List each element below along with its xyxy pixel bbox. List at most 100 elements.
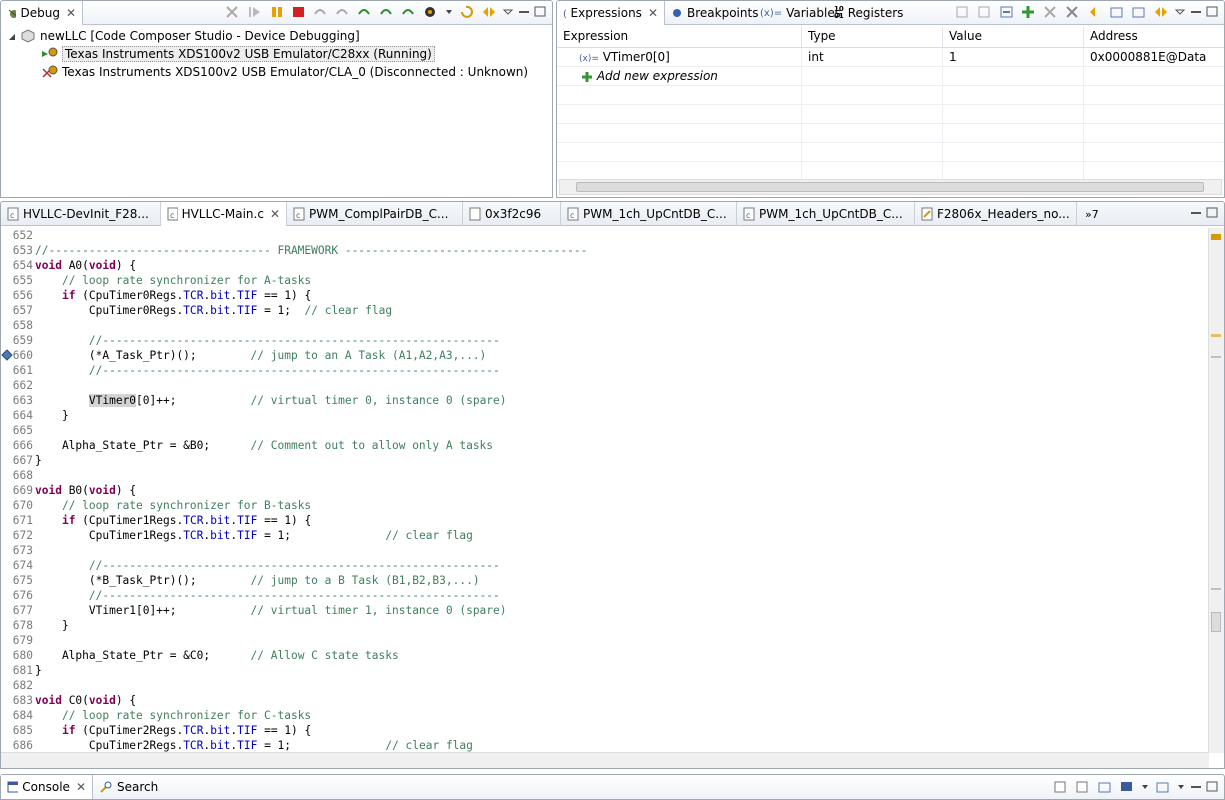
add-new-expression-row[interactable]: Add new expression bbox=[557, 67, 1224, 86]
tab-registers[interactable]: 10 01 Registers bbox=[828, 1, 909, 25]
code-line[interactable]: 684 // loop rate synchronizer for C-task… bbox=[1, 708, 1209, 723]
code-text[interactable]: void B0(void) { bbox=[35, 484, 136, 497]
code-line[interactable]: 678 } bbox=[1, 618, 1209, 633]
overview-marker[interactable] bbox=[1211, 334, 1221, 337]
remove-all-icon[interactable] bbox=[1064, 4, 1082, 20]
tab-overflow-button[interactable]: »7 bbox=[1079, 202, 1109, 226]
code-line[interactable]: 677 VTimer1[0]++; // virtual timer 1, in… bbox=[1, 603, 1209, 618]
scrollbar-thumb[interactable] bbox=[1211, 612, 1221, 632]
maximize-icon[interactable] bbox=[1206, 779, 1218, 795]
code-line[interactable]: 671 if (CpuTimer1Regs.TCR.bit.TIF == 1) … bbox=[1, 513, 1209, 528]
pin-console-icon[interactable] bbox=[1096, 779, 1114, 795]
code-text[interactable]: (*B_Task_Ptr)(); // jump to a B Task (B1… bbox=[35, 574, 480, 587]
scroll-lock-icon[interactable] bbox=[1074, 779, 1092, 795]
maximize-icon[interactable] bbox=[534, 4, 546, 20]
code-text[interactable]: // loop rate synchronizer for C-tasks bbox=[35, 709, 311, 722]
code-line[interactable]: 664 } bbox=[1, 408, 1209, 423]
code-text[interactable]: if (CpuTimer2Regs.TCR.bit.TIF == 1) { bbox=[35, 724, 311, 737]
close-icon[interactable]: ✕ bbox=[66, 6, 76, 20]
code-line[interactable]: 658 bbox=[1, 318, 1209, 333]
code-line[interactable]: 680 Alpha_State_Ptr = &C0; // Allow C st… bbox=[1, 648, 1209, 663]
close-icon[interactable]: ✕ bbox=[648, 6, 658, 20]
tree-item-cla[interactable]: Texas Instruments XDS100v2 USB Emulator/… bbox=[1, 63, 552, 81]
scrollbar-thumb[interactable] bbox=[576, 182, 1204, 192]
export-icon[interactable] bbox=[954, 4, 972, 20]
column-header-value[interactable]: Value bbox=[943, 26, 1084, 47]
code-line[interactable]: 656 if (CpuTimer0Regs.TCR.bit.TIF == 1) … bbox=[1, 288, 1209, 303]
code-line[interactable]: 665 bbox=[1, 423, 1209, 438]
vertical-scrollbar[interactable] bbox=[1208, 228, 1224, 753]
editor-tab-devinit[interactable]: c HVLLC-DevInit_F28... bbox=[1, 202, 161, 226]
refresh-icon[interactable] bbox=[1086, 4, 1104, 20]
column-header-expression[interactable]: Expression bbox=[557, 26, 802, 47]
overview-marker[interactable] bbox=[1211, 588, 1221, 590]
code-line[interactable]: 663 VTimer0[0]++; // virtual timer 0, in… bbox=[1, 393, 1209, 408]
add-new-expression-cell[interactable]: Add new expression bbox=[557, 67, 802, 85]
code-line[interactable]: 653//--------------------------------- F… bbox=[1, 243, 1209, 258]
editor-tab-pwm-1ch-b[interactable]: c PWM_1ch_UpCntDB_C... bbox=[737, 202, 915, 226]
code-line[interactable]: 683 void C0(void) { bbox=[1, 693, 1209, 708]
minimize-icon[interactable] bbox=[518, 4, 530, 20]
code-text[interactable]: void C0(void) { bbox=[35, 694, 136, 707]
step-into-icon[interactable] bbox=[312, 4, 330, 20]
chevron-down-icon[interactable] bbox=[444, 4, 454, 20]
code-line[interactable]: 672 CpuTimer1Regs.TCR.bit.TIF = 1; // cl… bbox=[1, 528, 1209, 543]
sync-icon[interactable] bbox=[1152, 4, 1170, 20]
open-console-icon[interactable] bbox=[1154, 779, 1172, 795]
new-window-icon[interactable] bbox=[1108, 4, 1126, 20]
resume-icon[interactable] bbox=[246, 4, 264, 20]
minimize-icon[interactable] bbox=[1190, 205, 1202, 221]
code-text[interactable]: } bbox=[35, 454, 42, 467]
editor-tab-main[interactable]: c HVLLC-Main.c ✕ bbox=[161, 202, 287, 226]
code-text[interactable]: void A0(void) { bbox=[35, 259, 136, 272]
chevron-down-icon[interactable] bbox=[1176, 779, 1186, 795]
code-text[interactable]: } bbox=[35, 409, 69, 422]
code-area[interactable]: 652 653//--------------------------------… bbox=[1, 228, 1209, 753]
tab-console[interactable]: Console ✕ bbox=[1, 775, 93, 799]
code-line[interactable]: 670 // loop rate synchronizer for B-task… bbox=[1, 498, 1209, 513]
step-over-icon[interactable] bbox=[334, 4, 352, 20]
terminate-icon[interactable] bbox=[290, 4, 308, 20]
assembly-step-over-icon[interactable] bbox=[378, 4, 396, 20]
overview-marker[interactable] bbox=[1211, 356, 1221, 358]
code-line[interactable]: 667} bbox=[1, 453, 1209, 468]
clear-console-icon[interactable] bbox=[1052, 779, 1070, 795]
tab-search[interactable]: Search bbox=[93, 775, 164, 799]
view-menu-icon[interactable] bbox=[502, 4, 514, 20]
expression-cell[interactable]: (x)= VTimer0[0] bbox=[557, 48, 802, 66]
code-line[interactable]: 673 bbox=[1, 543, 1209, 558]
step-return-icon[interactable] bbox=[356, 4, 374, 20]
table-row[interactable]: (x)= VTimer0[0] int 1 0x0000881E@Data bbox=[557, 48, 1224, 67]
code-line[interactable]: 655 // loop rate synchronizer for A-task… bbox=[1, 273, 1209, 288]
maximize-icon[interactable] bbox=[1206, 4, 1218, 20]
horizontal-scrollbar[interactable] bbox=[1, 752, 1209, 768]
code-line[interactable]: 657 CpuTimer0Regs.TCR.bit.TIF = 1; // cl… bbox=[1, 303, 1209, 318]
maximize-icon[interactable] bbox=[1206, 205, 1218, 221]
code-text[interactable]: //--------------------------------------… bbox=[35, 589, 500, 602]
code-text[interactable]: (*A_Task_Ptr)(); // jump to an A Task (A… bbox=[35, 349, 486, 362]
code-line[interactable]: 669 void B0(void) { bbox=[1, 483, 1209, 498]
code-line[interactable]: 654 void A0(void) { bbox=[1, 258, 1209, 273]
code-text[interactable]: CpuTimer2Regs.TCR.bit.TIF = 1; // clear … bbox=[35, 739, 473, 752]
restart-icon[interactable] bbox=[458, 4, 476, 20]
collapse-icon[interactable] bbox=[976, 4, 994, 20]
column-header-address[interactable]: Address bbox=[1084, 26, 1224, 47]
code-text[interactable]: VTimer0[0]++; // virtual timer 0, instan… bbox=[35, 394, 507, 407]
editor-tab-pwm-1ch-a[interactable]: c PWM_1ch_UpCntDB_C... bbox=[561, 202, 737, 226]
code-line[interactable]: 685 if (CpuTimer2Regs.TCR.bit.TIF == 1) … bbox=[1, 723, 1209, 738]
code-text[interactable]: //--------------------------------------… bbox=[35, 334, 500, 347]
code-text[interactable]: if (CpuTimer1Regs.TCR.bit.TIF == 1) { bbox=[35, 514, 311, 527]
code-text[interactable]: // loop rate synchronizer for B-tasks bbox=[35, 499, 311, 512]
pin-icon[interactable] bbox=[1130, 4, 1148, 20]
code-line[interactable]: 686 CpuTimer2Regs.TCR.bit.TIF = 1; // cl… bbox=[1, 738, 1209, 753]
code-line[interactable]: 675 (*B_Task_Ptr)(); // jump to a B Task… bbox=[1, 573, 1209, 588]
code-line[interactable]: 676 //----------------------------------… bbox=[1, 588, 1209, 603]
code-line[interactable]: 674 //----------------------------------… bbox=[1, 558, 1209, 573]
code-line[interactable]: 668 bbox=[1, 468, 1209, 483]
close-icon[interactable]: ✕ bbox=[76, 780, 86, 794]
code-text[interactable]: //--------------------------------- FRAM… bbox=[35, 244, 587, 257]
close-icon[interactable]: ✕ bbox=[270, 207, 280, 221]
code-text[interactable]: //--------------------------------------… bbox=[35, 364, 500, 377]
code-line[interactable]: 659 //----------------------------------… bbox=[1, 333, 1209, 348]
code-text[interactable]: //--------------------------------------… bbox=[35, 559, 500, 572]
